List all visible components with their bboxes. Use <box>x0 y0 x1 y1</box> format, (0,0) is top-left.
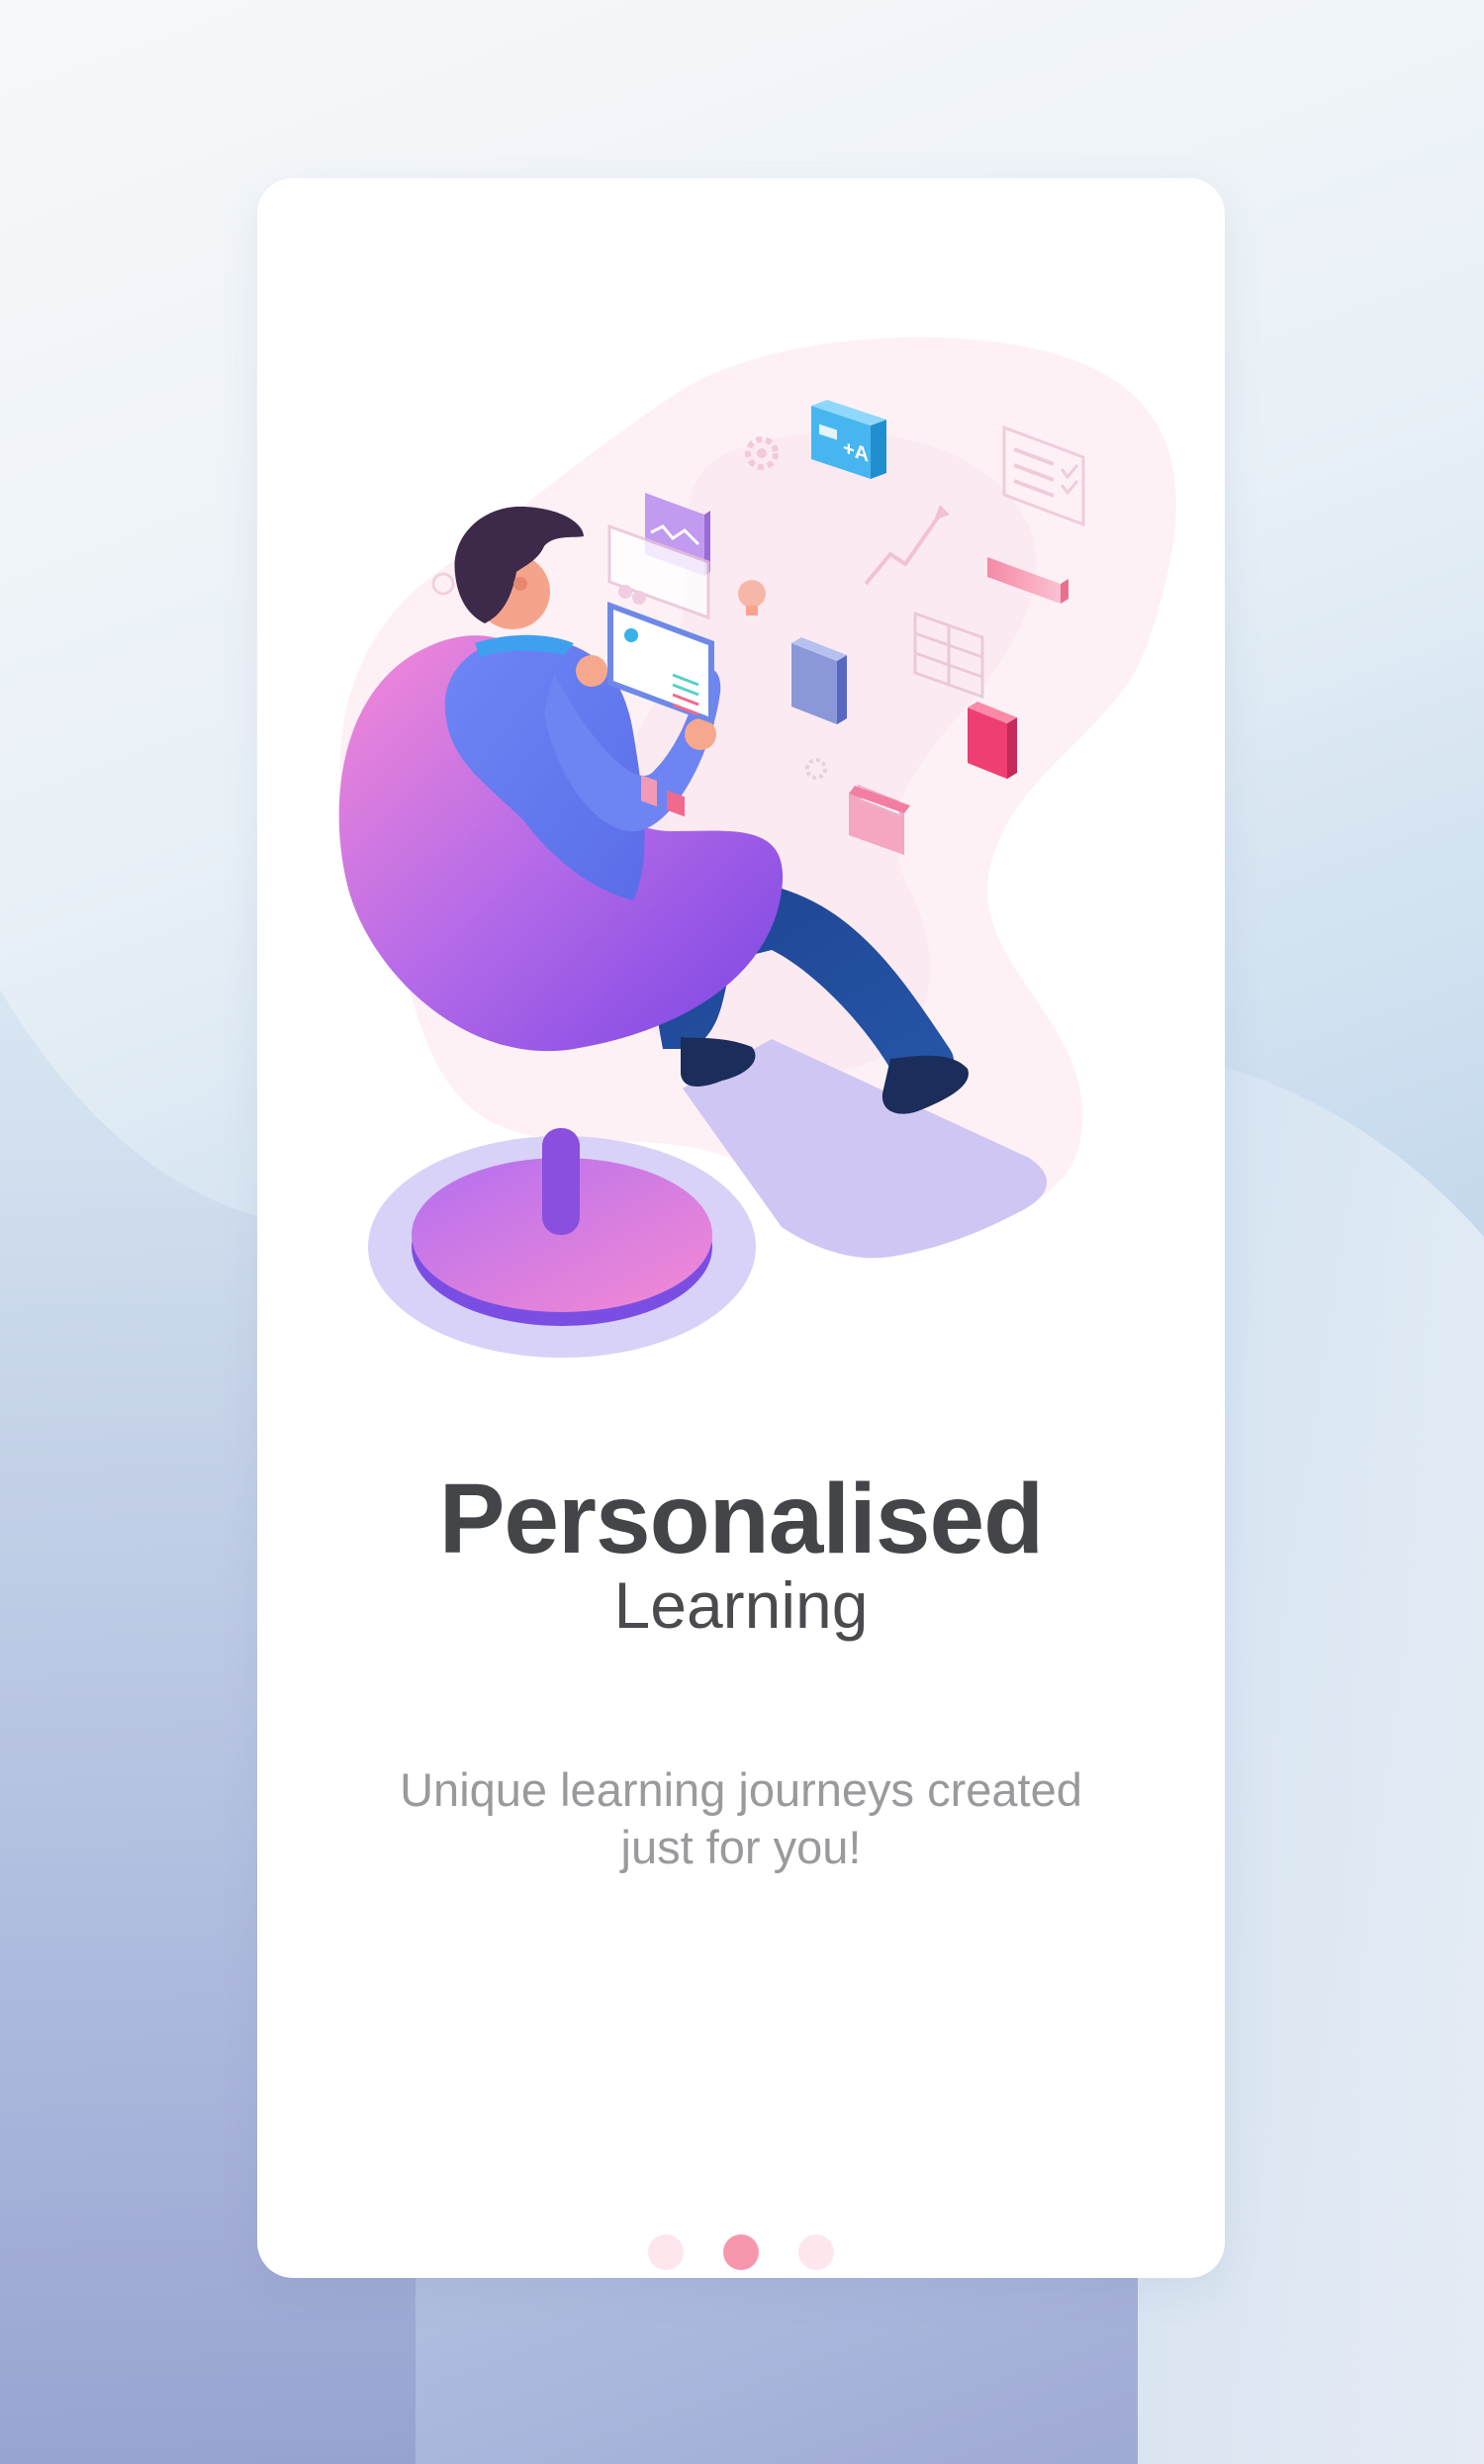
person-in-chair-with-tablet-illustration: +A <box>338 336 1176 1358</box>
pagination-dot-1[interactable] <box>648 2234 684 2270</box>
onboarding-card: +A Personalised Learning Unique learning… <box>257 178 1225 2278</box>
left-hand <box>576 655 607 687</box>
pagination-dots <box>257 2234 1225 2270</box>
pagination-dot-2-active[interactable] <box>723 2234 759 2270</box>
page-description: Unique learning journeys created just fo… <box>400 1763 1082 1873</box>
page-subtitle: Learning <box>613 1568 869 1642</box>
page-title: Personalised <box>438 1464 1045 1574</box>
pagination-dot-3[interactable] <box>798 2234 834 2270</box>
